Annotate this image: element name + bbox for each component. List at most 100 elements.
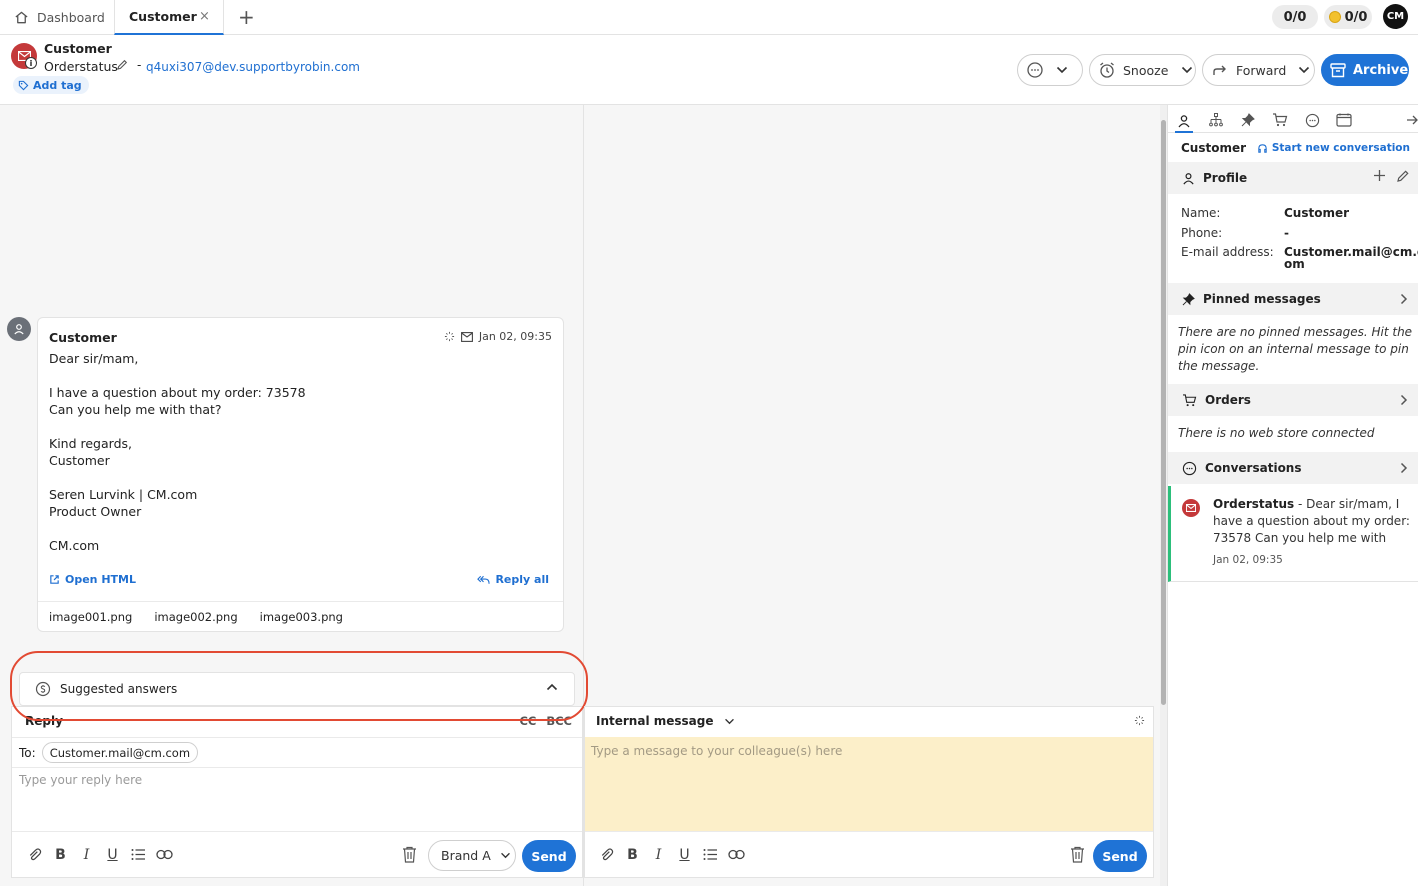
contact-name: Customer bbox=[44, 41, 112, 56]
contact-email-link[interactable]: q4uxi307@dev.supportbyrobin.com bbox=[146, 60, 360, 74]
brand-select[interactable]: Brand A bbox=[428, 840, 516, 871]
attachment-file[interactable]: image002.png bbox=[154, 610, 237, 624]
send-internal-button[interactable]: Send bbox=[1093, 840, 1147, 872]
sparkle-icon bbox=[444, 331, 454, 342]
add-tab-icon[interactable]: + bbox=[238, 5, 255, 29]
message-date: Jan 02, 09:35 bbox=[478, 330, 552, 343]
headset-icon bbox=[1258, 143, 1267, 153]
bullet-list-icon[interactable] bbox=[702, 846, 719, 863]
open-html-link[interactable]: Open HTML bbox=[49, 573, 136, 586]
attach-paperclip-icon[interactable] bbox=[598, 846, 615, 863]
info-icon: i bbox=[25, 57, 37, 69]
archive-label: Archive bbox=[1353, 62, 1409, 78]
internal-message-selector[interactable]: Internal message bbox=[596, 714, 735, 728]
profile-section-header[interactable]: Profile bbox=[1168, 162, 1418, 194]
edit-subject-icon[interactable] bbox=[116, 59, 128, 71]
sparkle-icon[interactable] bbox=[1134, 715, 1145, 726]
person-icon bbox=[14, 324, 24, 335]
bold-icon[interactable]: B bbox=[52, 846, 69, 863]
attach-paperclip-icon[interactable] bbox=[26, 846, 43, 863]
user-avatar[interactable]: CM bbox=[1383, 4, 1408, 29]
tab-dashboard-label: Dashboard bbox=[37, 10, 105, 25]
start-new-conversation-link[interactable]: Start new conversation bbox=[1257, 142, 1410, 154]
tab-bar: Dashboard Customer × + 0/0 0/0 CM bbox=[0, 0, 1418, 35]
conversation-subject: Orderstatus bbox=[44, 59, 118, 74]
conversation-date: Jan 02, 09:35 bbox=[1213, 554, 1283, 566]
bullet-list-icon[interactable] bbox=[130, 846, 147, 863]
profile-email-label: E-mail address: bbox=[1181, 245, 1274, 259]
message-line bbox=[49, 520, 549, 537]
alarm-clock-icon bbox=[1100, 62, 1114, 78]
pin-tab-icon[interactable] bbox=[1239, 111, 1257, 129]
pinned-messages-section-header[interactable]: Pinned messages bbox=[1168, 283, 1418, 315]
snooze-button[interactable]: Snooze bbox=[1089, 54, 1196, 86]
trash-icon[interactable] bbox=[402, 846, 417, 863]
tab-customer-label: Customer bbox=[129, 9, 197, 24]
bcc-button[interactable]: BCC bbox=[546, 714, 572, 728]
coin-icon bbox=[1328, 11, 1341, 23]
tab-customer[interactable]: Customer × bbox=[114, 0, 224, 35]
recipient-chip[interactable]: Customer.mail@cm.com bbox=[41, 742, 199, 763]
reply-input[interactable]: Type your reply here bbox=[19, 773, 142, 787]
underline-icon[interactable]: U bbox=[104, 846, 121, 863]
side-panel-title: Customer bbox=[1181, 141, 1247, 155]
scrollbar-thumb[interactable] bbox=[1161, 120, 1166, 705]
cc-button[interactable]: CC bbox=[519, 714, 536, 728]
internal-toolbar: B I U Send bbox=[585, 831, 1153, 878]
edit-profile-icon[interactable] bbox=[1396, 169, 1410, 183]
message-line: Can you help me with that? bbox=[49, 402, 222, 417]
send-reply-button[interactable]: Send bbox=[522, 840, 576, 872]
coin-counter[interactable]: 0/0 bbox=[1324, 5, 1372, 29]
link-icon[interactable] bbox=[728, 846, 745, 863]
chevron-right-icon bbox=[1400, 394, 1408, 406]
conversation-list-item[interactable]: Orderstatus - Dear sir/mam, I have a que… bbox=[1168, 486, 1418, 582]
link-icon[interactable] bbox=[156, 846, 173, 863]
internal-message-input[interactable]: Type a message to your colleague(s) here bbox=[585, 737, 1153, 831]
trash-icon[interactable] bbox=[1070, 846, 1085, 863]
chat-tab-icon[interactable] bbox=[1303, 111, 1321, 129]
customer-side-panel: Customer Start new conversation Profile … bbox=[1168, 105, 1418, 886]
orders-section-header[interactable]: Orders bbox=[1168, 384, 1418, 416]
attachment-file[interactable]: image001.png bbox=[49, 610, 132, 624]
side-panel-tabs bbox=[1168, 105, 1418, 133]
ai-assist-dropdown[interactable] bbox=[1017, 54, 1083, 86]
mail-avatar bbox=[1182, 499, 1200, 517]
attachments-row: image001.png image002.png image003.png bbox=[38, 601, 563, 632]
collapse-panel-icon[interactable] bbox=[1403, 111, 1418, 129]
add-field-icon[interactable] bbox=[1373, 169, 1386, 183]
tab-dashboard[interactable]: Dashboard bbox=[0, 0, 114, 35]
calendar-tab-icon[interactable] bbox=[1335, 111, 1353, 129]
cart-tab-icon[interactable] bbox=[1271, 111, 1289, 129]
reply-all-icon bbox=[477, 575, 491, 584]
forward-button[interactable]: Forward bbox=[1202, 54, 1315, 86]
forward-label: Forward bbox=[1236, 62, 1287, 78]
conversations-section-header[interactable]: Conversations bbox=[1168, 452, 1418, 484]
orders-empty-note: There is no web store connected bbox=[1178, 426, 1375, 440]
profile-phone-value: - bbox=[1284, 226, 1289, 240]
underline-icon[interactable]: U bbox=[676, 846, 693, 863]
tag-icon bbox=[18, 80, 29, 90]
start-new-conversation-label: Start new conversation bbox=[1271, 142, 1410, 154]
add-tag-button[interactable]: Add tag bbox=[13, 76, 89, 94]
reply-all-label: Reply all bbox=[495, 573, 549, 586]
message-line bbox=[49, 469, 549, 486]
hierarchy-tab-icon[interactable] bbox=[1207, 111, 1225, 129]
forward-arrow-icon bbox=[1213, 65, 1226, 75]
orders-heading: Orders bbox=[1205, 393, 1251, 407]
italic-icon[interactable]: I bbox=[78, 846, 95, 863]
person-tab-icon[interactable] bbox=[1175, 111, 1193, 133]
suggested-answers-panel[interactable]: Suggested answers bbox=[19, 672, 575, 706]
queue-counter[interactable]: 0/0 bbox=[1272, 5, 1318, 29]
italic-icon[interactable]: I bbox=[650, 846, 667, 863]
profile-email-value-wrap: om bbox=[1284, 257, 1305, 271]
close-icon[interactable]: × bbox=[199, 9, 210, 24]
archive-button[interactable]: Archive bbox=[1321, 54, 1409, 86]
conversations-heading: Conversations bbox=[1205, 461, 1302, 475]
message-line: I have a question about my order: 73578 bbox=[49, 385, 306, 400]
chevron-down-icon bbox=[1299, 66, 1310, 74]
brand-select-value: Brand A bbox=[441, 848, 491, 863]
reply-all-link[interactable]: Reply all bbox=[477, 573, 549, 586]
attachment-file[interactable]: image003.png bbox=[260, 610, 343, 624]
reply-toolbar: B I U Brand A Send bbox=[12, 831, 582, 878]
bold-icon[interactable]: B bbox=[624, 846, 641, 863]
